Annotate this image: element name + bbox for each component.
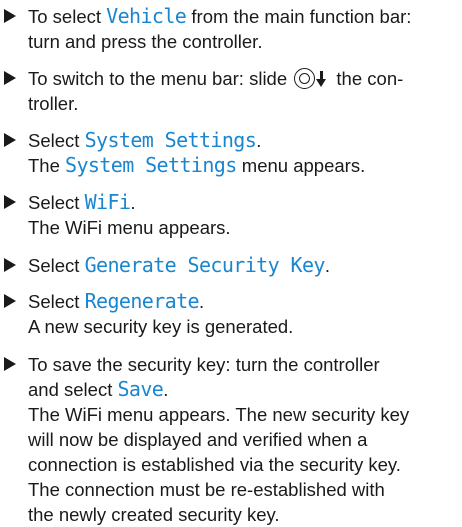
- step-save-security-key: To save the security key: turn the contr…: [4, 352, 456, 527]
- step-line: and select Save.: [28, 377, 456, 402]
- step-line: To select Vehicle from the main function…: [28, 4, 456, 29]
- ui-label-save: Save: [117, 377, 164, 401]
- step-line: troller.: [28, 93, 79, 114]
- step-line: the newly created security key.: [28, 504, 280, 525]
- step-line: The WiFi menu appears.: [28, 217, 231, 238]
- ui-label-system-settings: System Settings: [84, 128, 257, 152]
- text-segment: The: [28, 155, 66, 176]
- text-segment: .: [324, 255, 330, 276]
- step-select-system-settings: Select System Settings. The System Setti…: [4, 128, 456, 178]
- text-segment: Select: [28, 255, 85, 276]
- text-segment: menu appears.: [236, 155, 366, 176]
- step-switch-menu-bar: To switch to the menu bar: slide the con…: [4, 66, 456, 116]
- ui-label-vehicle: Vehicle: [106, 4, 187, 28]
- bullet-arrow-icon: [4, 9, 16, 23]
- step-line: The System Settings menu appears.: [28, 153, 456, 178]
- step-line: The WiFi menu appears. The new security …: [28, 404, 410, 425]
- text-segment: from the main function bar:: [186, 6, 412, 27]
- step-line: turn and press the controller.: [28, 31, 263, 52]
- step-line: Select WiFi.: [28, 190, 456, 215]
- step-line: The connection must be re-established wi…: [28, 479, 385, 500]
- ui-label-generate-security-key: Generate Security Key: [84, 253, 326, 277]
- text-segment: .: [163, 379, 169, 400]
- text-segment: the con-: [331, 68, 404, 89]
- step-select-wifi: Select WiFi. The WiFi menu appears.: [4, 190, 456, 240]
- controller-knob-icon: [294, 68, 316, 89]
- step-line: A new security key is generated.: [28, 316, 294, 337]
- text-segment: Select: [28, 291, 85, 312]
- step-line: connection is established via the securi…: [28, 454, 401, 475]
- text-segment: .: [198, 291, 205, 312]
- instruction-page: To select Vehicle from the main function…: [0, 0, 462, 525]
- step-select-vehicle: To select Vehicle from the main function…: [4, 4, 456, 54]
- step-line: Select Generate Security Key.: [28, 253, 456, 278]
- bullet-arrow-icon: [4, 195, 16, 209]
- step-select-regenerate: Select Regenerate. A new security key is…: [4, 289, 456, 339]
- ui-label-regenerate: Regenerate: [84, 289, 200, 313]
- step-line: Select Regenerate.: [28, 289, 456, 314]
- bullet-arrow-icon: [4, 133, 16, 147]
- step-line: To save the security key: turn the contr…: [28, 354, 380, 375]
- text-segment: Select: [28, 130, 85, 151]
- bullet-arrow-icon: [4, 71, 16, 85]
- step-line: To switch to the menu bar: slide the con…: [28, 66, 456, 91]
- bullet-arrow-icon: [4, 294, 16, 308]
- text-segment: To select: [28, 6, 107, 27]
- text-segment: Select: [28, 192, 85, 213]
- down-arrow-icon: [316, 71, 327, 87]
- ui-label-wifi: WiFi: [84, 190, 131, 214]
- text-segment: To switch to the menu bar: slide: [28, 68, 293, 89]
- step-line: will now be displayed and verified when …: [28, 429, 368, 450]
- bullet-arrow-icon: [4, 357, 16, 371]
- text-segment: and select: [28, 379, 118, 400]
- text-segment: .: [256, 130, 262, 151]
- step-select-generate-security-key: Select Generate Security Key.: [4, 253, 456, 278]
- bullet-arrow-icon: [4, 258, 16, 272]
- text-segment: .: [130, 192, 136, 213]
- step-line: Select System Settings.: [28, 128, 456, 153]
- ui-label-system-settings: System Settings: [65, 153, 237, 177]
